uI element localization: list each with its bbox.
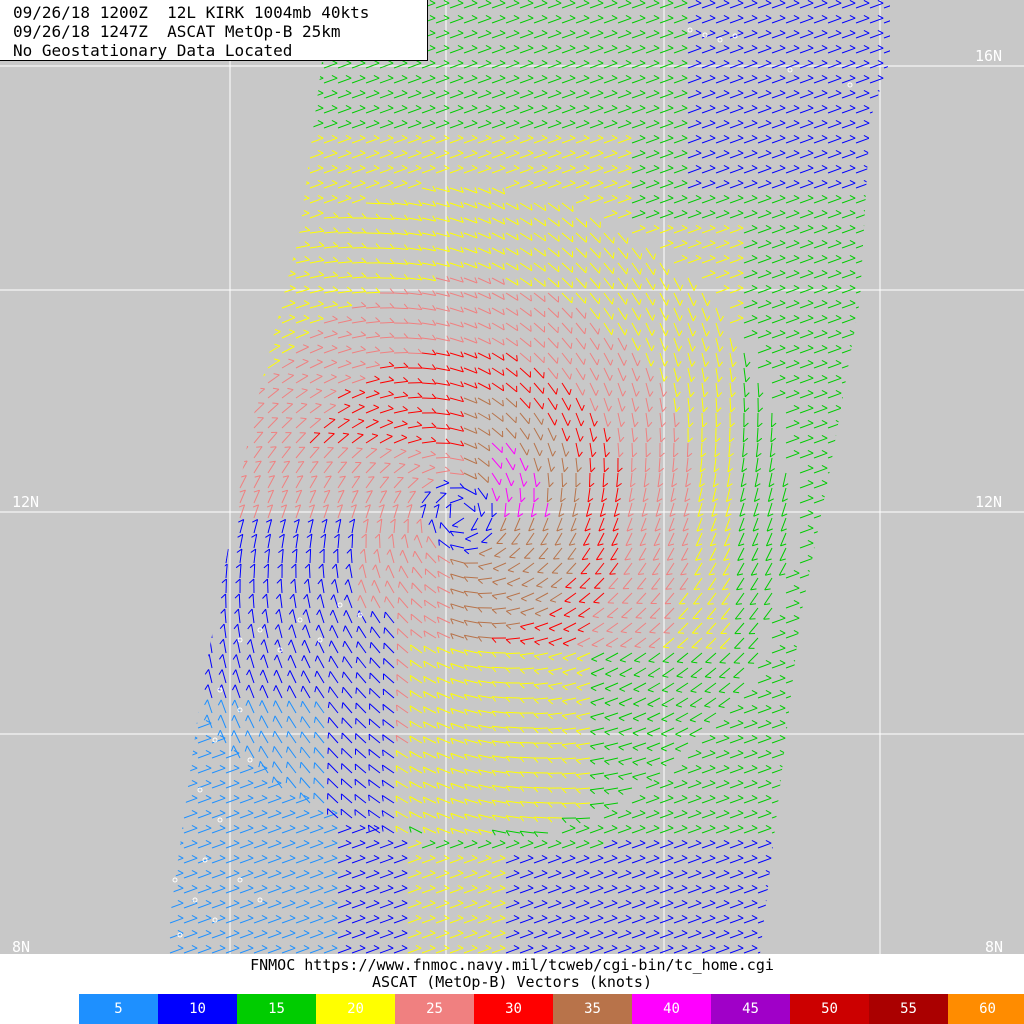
wind-barbs-layer bbox=[165, 0, 890, 954]
legend-cell-10: 10 bbox=[158, 994, 237, 1024]
header-info-box: 09/26/18 1200Z 12L KIRK 1004mb 40kts 09/… bbox=[0, 0, 428, 61]
legend-cell-35: 35 bbox=[553, 994, 632, 1024]
latitude-label-12n-right: 12N bbox=[975, 493, 1003, 511]
legend-cell-30: 30 bbox=[474, 994, 553, 1024]
latitude-label-8n-left: 8N bbox=[12, 938, 31, 955]
legend-cell-45: 45 bbox=[711, 994, 790, 1024]
legend-cell-5: 5 bbox=[79, 994, 158, 1024]
scatterometer-map: 16N 12N 12N 8N 8N 09/26/18 1200Z 12L KIR… bbox=[0, 0, 1024, 954]
legend-title: ASCAT (MetOp-B) Vectors (knots) bbox=[372, 973, 652, 991]
legend-cell-50: 50 bbox=[790, 994, 869, 1024]
footer: FNMOC https://www.fnmoc.navy.mil/tcweb/c… bbox=[0, 954, 1024, 1024]
credit-line: FNMOC https://www.fnmoc.navy.mil/tcweb/c… bbox=[250, 956, 774, 974]
wind-speed-legend: 5 10 15 20 25 30 35 40 45 50 55 60 bbox=[79, 994, 1024, 1024]
header-geo-line: No Geostationary Data Located bbox=[13, 41, 293, 60]
latitude-label-8n-right: 8N bbox=[985, 938, 1004, 955]
legend-cell-15: 15 bbox=[237, 994, 316, 1024]
wind-vector-plot bbox=[0, 0, 1024, 954]
legend-cell-40: 40 bbox=[632, 994, 711, 1024]
legend-cell-20: 20 bbox=[316, 994, 395, 1024]
header-pass-line: 09/26/18 1247Z ASCAT MetOp-B 25km bbox=[13, 22, 341, 41]
legend-cell-55: 55 bbox=[869, 994, 948, 1024]
legend-cell-60: 60 bbox=[948, 994, 1024, 1024]
latitude-label-12n-left: 12N bbox=[12, 493, 40, 511]
legend-cell-25: 25 bbox=[395, 994, 474, 1024]
header-storm-line: 09/26/18 1200Z 12L KIRK 1004mb 40kts bbox=[13, 3, 370, 22]
latitude-label-16n: 16N bbox=[975, 47, 1003, 65]
